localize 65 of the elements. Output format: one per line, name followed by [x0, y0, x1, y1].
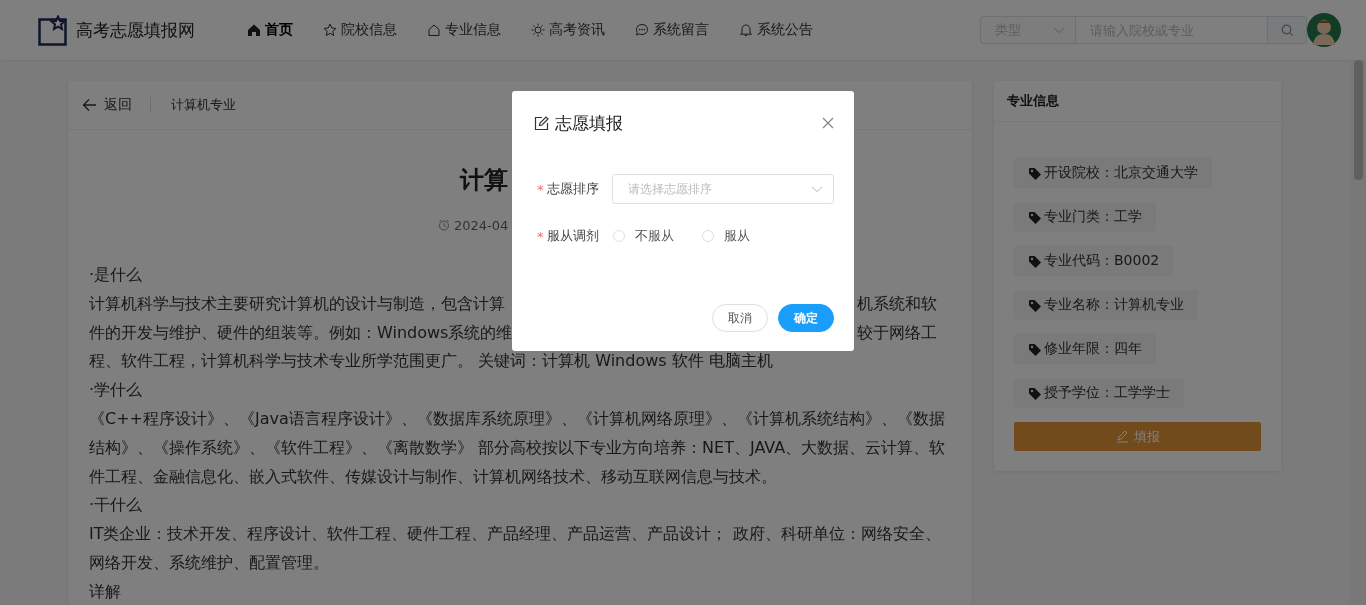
radio-option[interactable]: 服从: [702, 227, 750, 245]
arrow-left-icon: [82, 98, 97, 112]
cancel-button[interactable]: 取消: [712, 304, 768, 332]
nav-link[interactable]: 院校信息: [323, 21, 397, 39]
required-mark: *: [537, 181, 544, 197]
field-label: 服从调剂: [546, 227, 599, 245]
search-icon: [1281, 24, 1293, 36]
article-text: 件工程、金融信息化、嵌入式软件、传媒设计与制作、计算机网络技术、移动互联网信息与技术。: [89, 465, 777, 488]
dialog-title: 志愿填报: [555, 111, 623, 135]
nav-link[interactable]: 首页: [247, 21, 293, 39]
bell-icon: [739, 23, 753, 37]
nav-link[interactable]: 系统公告: [739, 21, 813, 39]
article-text: IT类企业：技术开发、程序设计、软件工程、硬件工程、产品经理、产品运营、产品设计； 政府、科研单位：网络安全、: [89, 523, 941, 546]
chevron-down-icon: [811, 185, 823, 193]
nav-link[interactable]: 系统留言: [635, 21, 709, 39]
info-tag: 专业门类：工学: [1014, 202, 1156, 232]
info-tag: 专业名称：计算机专业: [1014, 290, 1198, 320]
radio-option[interactable]: 不服从: [613, 227, 674, 245]
site-title: 高考志愿填报网: [76, 18, 195, 42]
article-text: 详解: [89, 580, 121, 603]
tag-icon: [1028, 254, 1041, 268]
article-title: 计算: [460, 165, 508, 196]
chevron-down-icon: [1053, 26, 1065, 34]
article-text: 《C++程序设计》、《Java语言程序设计》、《数据库系统原理》、《计算机网络原理》、《计算机系统结构》、《数据: [89, 408, 945, 430]
article-text: 程、软件工程，计算机科学与技术专业所学范围更广。 关键词：计算机 Windows 软件 电脑主机: [89, 350, 773, 373]
edit-icon: [534, 115, 549, 131]
logo-icon: [38, 14, 68, 46]
article-text: ·学什么: [89, 379, 143, 402]
article-text: 结构》、《操作系统》、《软件工程》、《离散数学》 部分高校按以下专业方向培养：NET、JAVA、大数据、云计算、软: [89, 436, 946, 459]
nav-link[interactable]: 专业信息: [427, 21, 501, 39]
confirm-button[interactable]: 确定: [778, 304, 834, 332]
chat-bubble-icon: [635, 23, 649, 37]
info-tag: 修业年限：四年: [1014, 334, 1156, 364]
pencil-icon: [1115, 430, 1129, 443]
star-icon: [323, 23, 337, 37]
tag-icon: [1028, 298, 1041, 312]
house-icon: [427, 23, 441, 37]
article-text: 件的开发与维护、硬件的组装等。例如：Windows系统的维: [89, 321, 513, 344]
info-tag: 专业代码：B0002: [1014, 246, 1174, 276]
publish-date: 2024-04: [454, 217, 509, 233]
close-icon[interactable]: [822, 117, 834, 129]
scrollbar-thumb[interactable]: [1354, 60, 1363, 180]
nav-link[interactable]: 高考资讯: [531, 21, 605, 39]
card-title: 专业信息: [1007, 92, 1059, 110]
home-icon: [247, 23, 261, 37]
info-tag: 授予学位：工学学士: [1014, 378, 1184, 408]
info-tag: 开设院校：北京交通大学: [1014, 158, 1212, 188]
article-text: 较于网络工: [857, 321, 937, 344]
avatar[interactable]: [1307, 13, 1341, 47]
field-label: 志愿排序: [546, 180, 599, 198]
alarm-clock-icon: [438, 219, 450, 231]
breadcrumb: 计算机专业: [171, 96, 236, 114]
tag-icon: [1028, 166, 1041, 180]
article-text: 网络开发、系统维护、配置管理。: [89, 551, 329, 574]
tag-icon: [1028, 342, 1041, 356]
sun-icon: [531, 23, 545, 37]
article-text: ·是什么: [89, 264, 143, 286]
search-button[interactable]: [1267, 16, 1307, 44]
tag-icon: [1028, 386, 1041, 400]
article-text: 计算机科学与技术主要研究计算机的设计与制造，包含计算: [89, 292, 505, 315]
tag-icon: [1028, 210, 1041, 224]
back-link[interactable]: 返回: [82, 96, 132, 114]
article-text: ·干什么: [89, 494, 143, 517]
article-text: 机系统和软: [857, 292, 937, 315]
required-mark: *: [537, 228, 544, 244]
